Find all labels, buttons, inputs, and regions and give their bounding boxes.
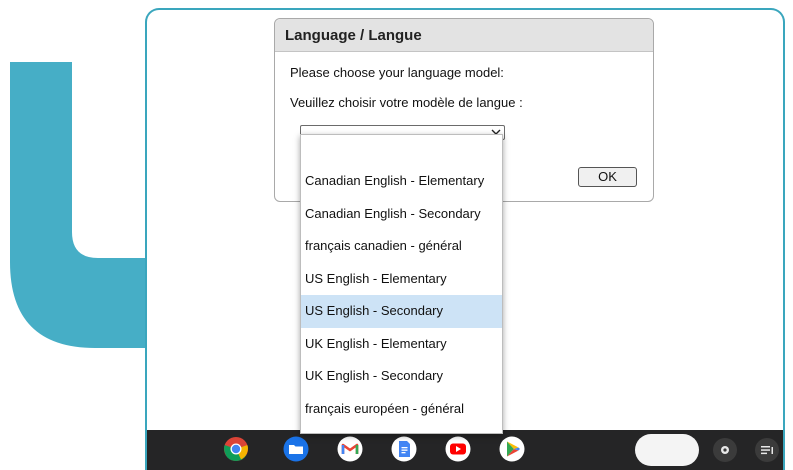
audio-icon — [721, 446, 729, 454]
dropdown-option-francais-europeen-general[interactable]: français européen - général — [301, 393, 502, 426]
playlist-icon — [761, 446, 773, 455]
dropdown-option-francais-canadien-general[interactable]: français canadien - général — [301, 230, 502, 263]
files-icon[interactable] — [283, 436, 309, 462]
ok-button[interactable]: OK — [578, 167, 637, 187]
dropdown-option-uk-english-elementary[interactable]: UK English - Elementary — [301, 328, 502, 361]
device-screen: Language / Langue Please choose your lan… — [145, 8, 785, 470]
play-store-icon[interactable] — [499, 436, 525, 462]
prompt-english: Please choose your language model: — [290, 65, 504, 80]
youtube-icon[interactable] — [445, 436, 471, 462]
status-tray-blob[interactable] — [635, 434, 699, 466]
dropdown-option-us-english-secondary[interactable]: US English - Secondary — [301, 295, 502, 328]
dropdown-option-uk-english-secondary[interactable]: UK English - Secondary — [301, 360, 502, 393]
dropdown-option-canadian-english-secondary[interactable]: Canadian English - Secondary — [301, 198, 502, 231]
chrome-icon[interactable] — [223, 436, 249, 462]
docs-icon[interactable] — [391, 436, 417, 462]
tray-menu-button[interactable] — [755, 438, 779, 462]
dialog-title: Language / Langue — [275, 19, 653, 52]
dropdown-option-canadian-english-elementary[interactable]: Canadian English - Elementary — [301, 165, 502, 198]
chromeos-shelf — [147, 430, 783, 470]
tray-circle-button[interactable] — [713, 438, 737, 462]
prompt-french: Veuillez choisir votre modèle de langue … — [290, 95, 523, 110]
gmail-icon[interactable] — [337, 436, 363, 462]
dropdown-blank-option[interactable] — [301, 135, 502, 165]
language-dropdown-list: Canadian English - Elementary Canadian E… — [300, 134, 503, 434]
dropdown-option-us-english-elementary[interactable]: US English - Elementary — [301, 263, 502, 296]
